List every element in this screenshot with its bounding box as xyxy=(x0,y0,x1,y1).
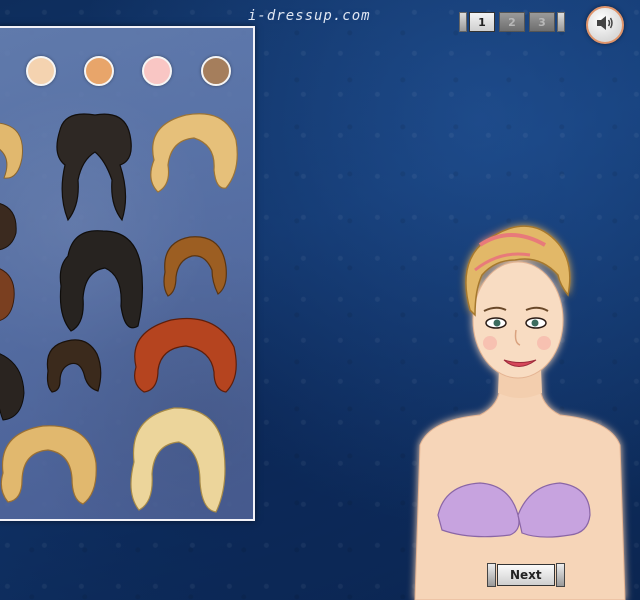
next-button[interactable]: Next xyxy=(487,563,565,587)
skin-swatch-fair[interactable] xyxy=(26,56,56,86)
page-selector: 1 2 3 xyxy=(459,12,565,32)
hair-option-brown-bob[interactable] xyxy=(160,232,230,302)
hair-option-blonde-curly[interactable] xyxy=(146,110,241,195)
hair-option-blonde-voluminous[interactable] xyxy=(0,418,98,508)
hair-option-dark-pinup[interactable] xyxy=(50,110,140,225)
next-button-right-cap xyxy=(555,563,565,587)
site-logo[interactable]: i-dressup.com xyxy=(248,8,371,24)
hair-option-blonde-partial[interactable] xyxy=(0,118,28,188)
speaker-icon xyxy=(595,14,615,36)
skin-swatch-tan[interactable] xyxy=(84,56,114,86)
sound-toggle-button[interactable] xyxy=(586,6,624,44)
hair-option-ginger-curly[interactable] xyxy=(126,312,241,397)
pager-right-cap xyxy=(557,12,565,32)
pager-left-cap xyxy=(459,12,467,32)
hair-option-dark-partial-left[interactable] xyxy=(0,198,20,253)
skin-swatch-pink[interactable] xyxy=(142,56,172,86)
hair-option-platinum-wavy[interactable] xyxy=(124,402,229,517)
hair-option-auburn-partial-left[interactable] xyxy=(0,263,18,323)
page-button-1[interactable]: 1 xyxy=(469,12,495,32)
hair-option-dark-partial-bottom[interactable] xyxy=(0,348,28,423)
next-button-label[interactable]: Next xyxy=(497,564,555,586)
page-button-3[interactable]: 3 xyxy=(529,12,555,32)
page-button-2[interactable]: 2 xyxy=(499,12,525,32)
hair-option-dark-updo[interactable] xyxy=(42,336,107,396)
hair-selection-panel xyxy=(0,26,255,521)
next-button-left-cap xyxy=(487,563,496,587)
skin-swatch-brown[interactable] xyxy=(201,56,231,86)
model-figure xyxy=(414,225,626,600)
